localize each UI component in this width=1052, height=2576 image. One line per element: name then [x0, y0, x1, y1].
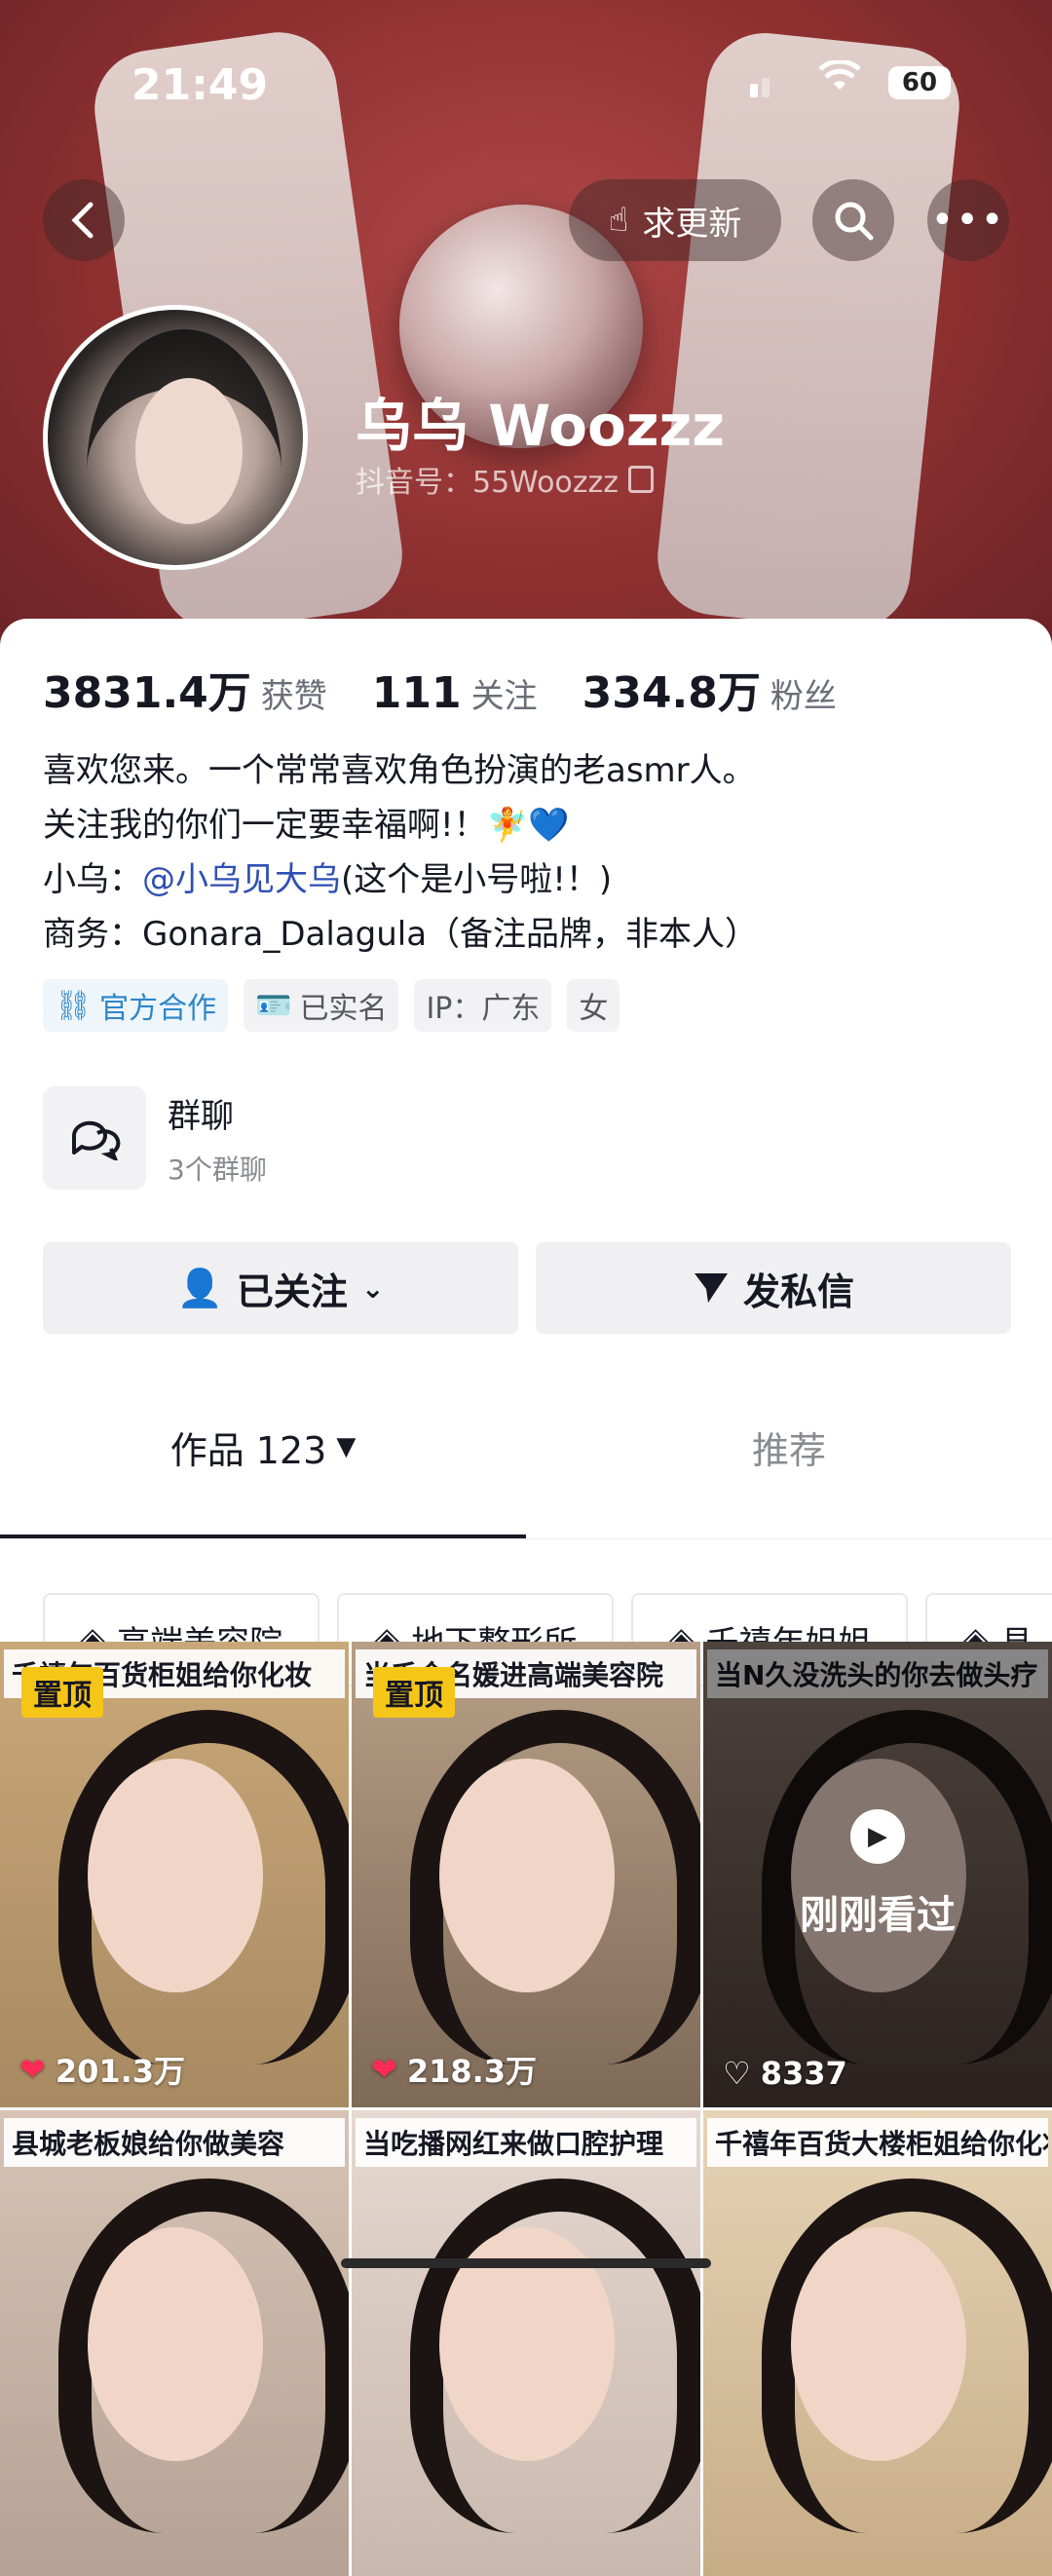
battery-icon: 60 [888, 66, 951, 99]
video-card[interactable]: 当千金名媛进高端美容院 置顶 ❤ 218.3万 [352, 1642, 700, 2107]
tag-gender: 女 [567, 979, 620, 1032]
avatar[interactable] [43, 305, 308, 570]
video-card[interactable]: 当吃播网红来做口腔护理 [352, 2110, 700, 2576]
signal-icon [750, 76, 771, 97]
status-time: 21:49 [132, 60, 269, 110]
pinned-badge: 置顶 [21, 1667, 103, 1718]
video-title: 县城老板娘给你做美容 [4, 2118, 345, 2167]
status-bar: 21:49 60 [0, 39, 1052, 117]
tab-works[interactable]: 作品 123 ▼ [0, 1398, 526, 1496]
group-chat-entry[interactable]: 群聊 3个群聊 [43, 1086, 267, 1190]
tab-recommend[interactable]: 推荐 [526, 1398, 1052, 1496]
paper-plane-icon [694, 1273, 728, 1303]
more-button[interactable]: ••• [927, 179, 1009, 261]
action-buttons: 👤 已关注 ⌄ 发私信 [43, 1242, 1011, 1334]
user-check-icon: 👤 [176, 1266, 223, 1309]
back-button[interactable] [43, 179, 125, 261]
tag-official-cooperation[interactable]: ⛓ 官方合作 [43, 979, 229, 1032]
chevron-left-icon [71, 202, 94, 239]
hand-right-image [652, 27, 965, 635]
chat-bubbles-icon [43, 1086, 146, 1190]
group-chat-count: 3个群聊 [168, 1153, 267, 1186]
stats-row: 3831.4万 获赞 111 关注 334.8万 粉丝 [43, 658, 882, 720]
douyin-id[interactable]: 抖音号：55Woozzz [356, 458, 655, 501]
home-indicator[interactable] [341, 2258, 711, 2268]
heart-icon: ❤ [371, 2051, 397, 2088]
copy-icon[interactable] [628, 466, 655, 493]
video-title: 当吃播网红来做口腔护理 [356, 2118, 696, 2167]
profile-tags: ⛓ 官方合作 🪪 已实名 IP：广东 女 [43, 979, 620, 1032]
bio: 喜欢您来。一个常常喜欢角色扮演的老asmr人。 关注我的你们一定要幸福啊!！🧚💙… [43, 743, 758, 962]
video-card[interactable]: 千禧年百货大楼柜姐给你化妆 [703, 2110, 1052, 2576]
handshake-icon: ⛓ [55, 988, 93, 1023]
tag-ip-location: IP：广东 [414, 979, 552, 1032]
bio-line-3: 小乌：@小乌见大乌(这个是小号啦!！) [43, 860, 613, 899]
chevron-down-icon: ⌄ [360, 1271, 385, 1305]
recently-watched-label: 刚刚看过 [800, 1893, 956, 1938]
request-update-label: 求更新 [642, 204, 742, 244]
tag-verified[interactable]: 🪪 已实名 [244, 979, 399, 1032]
pinned-badge: 置顶 [373, 1667, 455, 1718]
bio-line-1: 喜欢您来。一个常常喜欢角色扮演的老asmr人。 [43, 751, 756, 790]
heart-outline-icon: ♡ [723, 2055, 751, 2092]
video-card[interactable]: 千禧年百货柜姐给你化妆 置顶 ❤ 201.3万 [0, 1642, 349, 2107]
secondary-account-link[interactable]: @小乌见大乌 [142, 860, 341, 899]
following-count[interactable]: 111 [372, 668, 462, 718]
followed-button[interactable]: 👤 已关注 ⌄ [43, 1242, 518, 1334]
more-dots-icon: ••• [930, 198, 1006, 243]
likes-label: 获赞 [260, 677, 327, 716]
bio-line-2: 关注我的你们一定要幸福啊!！🧚💙 [43, 806, 570, 845]
heart-icon: ❤ [19, 2051, 46, 2088]
content-tabs: 作品 123 ▼ 推荐 [0, 1398, 1052, 1496]
bio-line-4: 商务：Gonara_Dalagula（备注品牌，非本人） [43, 915, 759, 954]
tabs-divider [0, 1538, 1052, 1539]
following-label: 关注 [470, 677, 538, 716]
send-message-button[interactable]: 发私信 [536, 1242, 1011, 1334]
group-chat-title: 群聊 [168, 1096, 234, 1136]
recently-watched-overlay: ▶ 刚刚看过 [703, 1642, 1052, 2107]
video-likes: ❤ 201.3万 [19, 2051, 186, 2090]
caret-down-icon: ▼ [336, 1432, 357, 1461]
likes-count[interactable]: 3831.4万 [43, 658, 251, 720]
profile-header: 21:49 60 ☝ 求更新 ••• 乌乌 Woozzz 抖音号：55Woozz… [0, 0, 1052, 663]
play-icon: ▶ [850, 1809, 905, 1864]
id-card-icon: 🪪 [255, 988, 292, 1023]
wifi-icon [818, 58, 861, 103]
video-title: 千禧年百货大楼柜姐给你化妆 [707, 2118, 1048, 2167]
search-icon [835, 202, 874, 241]
followers-count[interactable]: 334.8万 [582, 658, 761, 720]
pointing-hand-icon: ☝ [608, 201, 629, 240]
profile-name: 乌乌 Woozzz [356, 393, 726, 459]
request-update-button[interactable]: ☝ 求更新 [569, 179, 781, 261]
video-card[interactable]: 当N久没洗头的你去做头疗 ▶ 刚刚看过 ♡ 8337 [703, 1642, 1052, 2107]
video-likes: ❤ 218.3万 [371, 2051, 538, 2090]
search-button[interactable] [812, 179, 894, 261]
followers-label: 粉丝 [770, 677, 837, 716]
video-likes: ♡ 8337 [723, 2055, 847, 2092]
video-card[interactable]: 县城老板娘给你做美容 [0, 2110, 349, 2576]
